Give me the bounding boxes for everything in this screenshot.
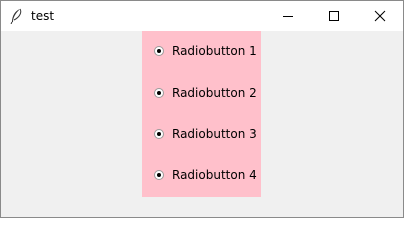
window-title: test: [31, 9, 55, 23]
radio-label[interactable]: Radiobutton 2: [172, 86, 257, 100]
radio-button-3[interactable]: Radiobutton 3: [154, 124, 257, 144]
radio-button-4[interactable]: Radiobutton 4: [154, 165, 257, 185]
radio-frame: Radiobutton 1 Radiobutton 2 Radiobutton …: [142, 31, 261, 197]
radio-indicator[interactable]: [154, 46, 164, 56]
client-area: Radiobutton 1 Radiobutton 2 Radiobutton …: [1, 31, 403, 217]
radio-label[interactable]: Radiobutton 3: [172, 127, 257, 141]
radio-indicator[interactable]: [154, 129, 164, 139]
minimize-button[interactable]: [265, 1, 311, 31]
maximize-button[interactable]: [311, 1, 357, 31]
close-icon: [374, 7, 386, 26]
maximize-icon: [328, 7, 340, 26]
app-window: test Radiobutton 1 Radiobutton 2 Radiobu…: [0, 0, 404, 218]
radio-label[interactable]: Radiobutton 4: [172, 168, 257, 182]
close-button[interactable]: [357, 1, 403, 31]
radio-button-2[interactable]: Radiobutton 2: [154, 83, 257, 103]
feather-icon: [9, 8, 23, 25]
radio-indicator[interactable]: [154, 170, 164, 180]
title-bar[interactable]: test: [1, 1, 403, 31]
minimize-icon: [282, 7, 294, 26]
radio-indicator[interactable]: [154, 88, 164, 98]
radio-label[interactable]: Radiobutton 1: [172, 44, 257, 58]
radio-button-1[interactable]: Radiobutton 1: [154, 41, 257, 61]
